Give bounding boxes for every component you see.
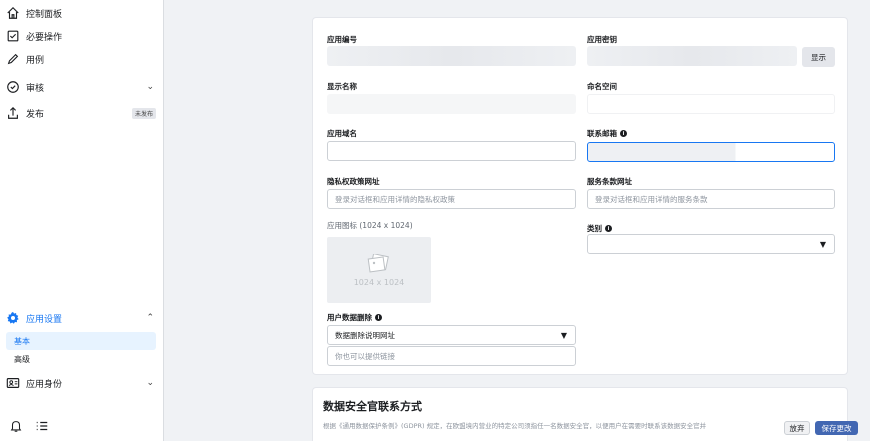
sidebar-item-label: 应用身份	[26, 379, 63, 390]
privacy-policy-field[interactable]: 登录对话框和应用详情的隐私权政策	[327, 189, 576, 209]
tos-label: 服务条款网址	[587, 177, 632, 186]
sidebar-item-app-settings[interactable]: 应用设置 ⌃	[6, 307, 156, 329]
discard-button[interactable]: 放弃	[784, 421, 810, 435]
dpo-title: 数据安全官联系方式	[323, 400, 422, 413]
display-name-label: 显示名称	[327, 82, 357, 91]
sidebar-item-label: 用例	[26, 55, 45, 66]
unpublished-badge: 未发布	[131, 107, 156, 119]
category-label: 类别 i	[587, 223, 612, 234]
gear-icon	[6, 311, 20, 325]
sidebar-item-app-roles[interactable]: 应用身份 ⌄	[6, 372, 156, 394]
sidebar-item-label: 控制面板	[26, 9, 63, 20]
sidebar-item-label: 应用设置	[26, 314, 63, 325]
image-placeholder-icon	[367, 253, 389, 272]
info-icon: i	[620, 130, 627, 137]
namespace-label: 命名空间	[587, 82, 617, 91]
app-secret-field	[587, 46, 797, 66]
app-domain-label: 应用域名	[327, 129, 357, 138]
privacy-policy-label: 隐私权政策网址	[327, 177, 380, 186]
app-id-label: 应用编号	[327, 35, 357, 44]
contact-email-field[interactable]	[587, 142, 835, 162]
caret-down-icon: ▼	[819, 239, 826, 249]
data-deletion-url-field[interactable]: 你也可以提供链接	[327, 346, 576, 366]
home-icon	[6, 6, 20, 20]
save-changes-button[interactable]: 保存更改	[815, 421, 858, 435]
sidebar-item-required-actions[interactable]: 必要操作	[6, 25, 62, 47]
sidebar-item-use-cases[interactable]: 用例	[6, 48, 44, 70]
sidebar-item-review[interactable]: 审核 ⌄	[6, 76, 156, 98]
sidebar-subitem-basic[interactable]: 基本	[6, 332, 156, 350]
info-icon: i	[605, 225, 612, 232]
sidebar-item-label: 发布	[26, 109, 45, 120]
app-secret-label: 应用密钥	[587, 35, 617, 44]
data-deletion-label: 用户数据删除 i	[327, 312, 382, 323]
app-id-field	[327, 46, 576, 66]
data-deletion-select[interactable]: 数据删除说明网址 ▼	[327, 325, 576, 345]
chevron-up-icon: ⌃	[146, 313, 154, 323]
list-icon[interactable]	[35, 418, 49, 432]
sidebar-item-label: 审核	[26, 83, 45, 94]
chevron-down-icon: ⌄	[146, 82, 154, 92]
dpo-description: 根据《通用数据保护条例》(GDPR) 规定，在欧盟境内营业的特定公司须指任一名数…	[323, 422, 707, 430]
id-card-icon	[6, 376, 20, 390]
show-secret-button[interactable]: 显示	[802, 47, 835, 67]
pencil-icon	[6, 52, 20, 66]
shield-check-icon	[6, 80, 20, 94]
contact-email-label: 联系邮箱 i	[587, 128, 627, 139]
bell-icon[interactable]	[9, 418, 23, 432]
checklist-icon	[6, 29, 20, 43]
namespace-field[interactable]	[587, 94, 835, 114]
app-domain-field[interactable]	[327, 141, 576, 161]
basic-settings-card: 应用编号 应用密钥 显示 显示名称 命名空间 应用域名 联系邮箱 i 隐私权政策…	[312, 17, 848, 375]
dpo-card: 数据安全官联系方式 根据《通用数据保护条例》(GDPR) 规定，在欧盟境内营业的…	[312, 387, 848, 441]
sidebar-subitem-advanced[interactable]: 高级	[6, 350, 156, 368]
info-icon: i	[375, 314, 382, 321]
app-icon-upload[interactable]: 1024 x 1024	[327, 237, 431, 303]
sidebar-item-label: 必要操作	[26, 32, 63, 43]
sidebar-item-publish[interactable]: 发布 未发布	[6, 102, 156, 124]
sidebar: 控制面板 必要操作 用例 审核 ⌄ 发布 未发布 应用设置 ⌃ 基本 高级 应用…	[0, 0, 164, 441]
tos-field[interactable]: 登录对话框和应用详情的服务条款	[587, 189, 835, 209]
caret-down-icon: ▼	[560, 330, 567, 340]
sidebar-item-dashboard[interactable]: 控制面板	[6, 2, 62, 24]
display-name-field[interactable]	[327, 94, 576, 114]
upload-icon	[6, 106, 20, 120]
app-icon-label: 应用图标 (1024 x 1024)	[327, 221, 413, 230]
chevron-down-icon: ⌄	[146, 378, 154, 388]
app-icon-size: 1024 x 1024	[353, 277, 405, 287]
category-select[interactable]: ▼	[587, 234, 835, 254]
